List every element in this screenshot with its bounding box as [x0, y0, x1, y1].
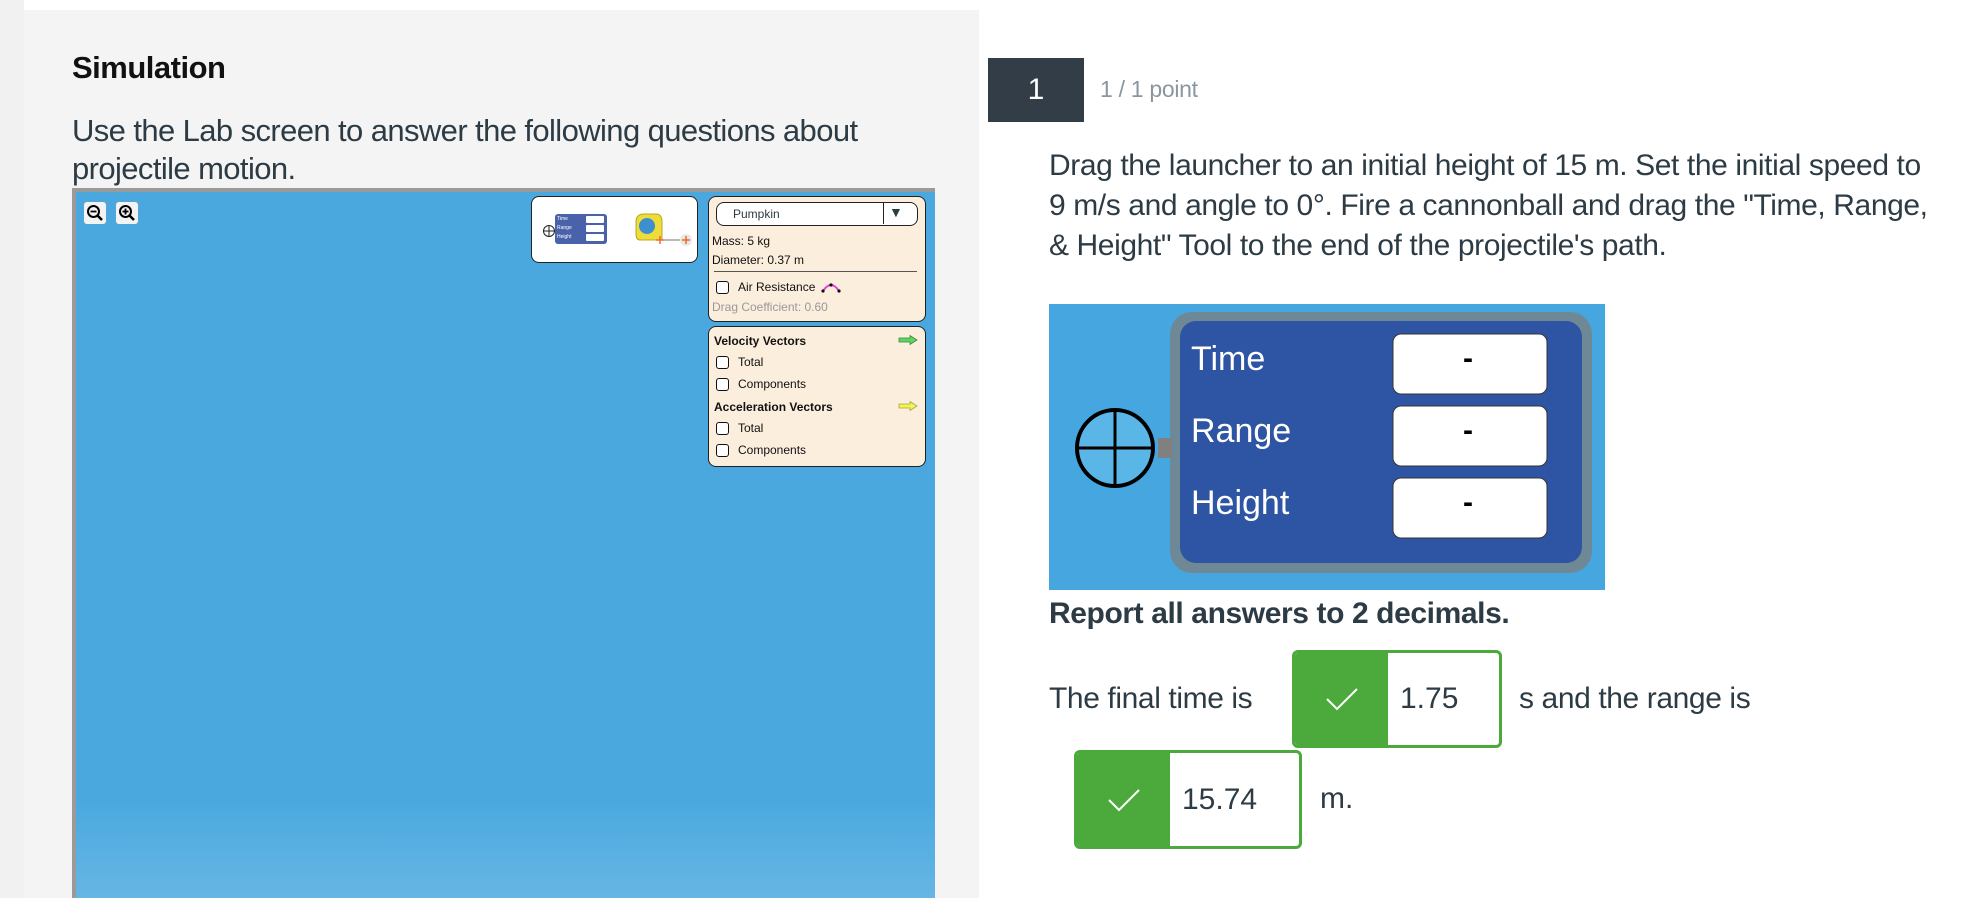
page-left-gutter — [0, 0, 24, 898]
time-range-height-tool-image: Time Range Height - - - — [1049, 304, 1605, 590]
velocity-arrow-icon — [898, 335, 918, 345]
answer-suffix-text: m. — [1320, 782, 1354, 815]
velocity-components-checkbox[interactable] — [716, 378, 729, 391]
time-range-height-tool-graphic — [1075, 312, 1592, 573]
answer-prefix-text: The final time is — [1049, 682, 1253, 715]
tool-range-label: Range — [1191, 412, 1292, 450]
panel-divider — [714, 271, 917, 272]
question-text: Drag the launcher to an initial height o… — [1049, 149, 1928, 262]
mini-tool-label: Height — [557, 234, 572, 240]
mini-tool-value — [586, 234, 604, 241]
time-range-height-tool[interactable]: Time Range Height — [555, 214, 607, 244]
zoom-out-button[interactable] — [84, 202, 106, 224]
checkmark-icon — [1325, 688, 1358, 711]
range-answer-value: 15.74 — [1182, 782, 1258, 816]
tool-range-value: - — [1463, 414, 1473, 447]
mini-tool-value — [586, 216, 604, 223]
tool-height-label: Height — [1191, 484, 1290, 522]
acceleration-components-label: Components — [738, 443, 807, 457]
velocity-total-label: Total — [738, 355, 764, 369]
time-answer-field[interactable]: 1.75 — [1292, 650, 1502, 748]
diameter-readout: Diameter: 0.37 m — [712, 253, 805, 267]
velocity-components-label: Components — [738, 377, 807, 391]
mini-tool-label: Range — [557, 225, 572, 231]
air-resistance-checkbox[interactable] — [716, 281, 729, 294]
answer-middle-text: s and the range is — [1519, 682, 1751, 715]
checkmark-icon — [1107, 788, 1140, 811]
zoom-out-icon — [87, 205, 103, 221]
dropdown-triangle-icon: ▼ — [889, 204, 903, 220]
projectile-select-value: Pumpkin — [733, 207, 780, 221]
acceleration-arrow-icon — [898, 401, 918, 411]
select-divider — [883, 203, 884, 224]
acceleration-vectors-heading: Acceleration Vectors — [714, 400, 833, 414]
velocity-total-checkbox[interactable] — [716, 356, 729, 369]
drag-coefficient-readout: Drag Coefficient: 0.60 — [712, 300, 828, 314]
correct-indicator — [1077, 753, 1170, 846]
tool-time-label: Time — [1191, 340, 1266, 378]
tape-measure-icon[interactable] — [632, 212, 692, 252]
question-points: 1 / 1 point — [1100, 76, 1198, 102]
simulation-heading: Simulation — [72, 50, 226, 85]
zoom-in-button[interactable] — [116, 202, 138, 224]
instruction-text: Report all answers to 2 decimals. — [1049, 597, 1510, 630]
air-resistance-arc-icon — [821, 283, 841, 293]
air-resistance-label: Air Resistance — [738, 280, 816, 294]
range-answer-field[interactable]: 15.74 — [1074, 750, 1302, 849]
zoom-in-icon — [119, 205, 135, 221]
question-number-badge: 1 — [988, 58, 1084, 122]
tool-time-value: - — [1463, 342, 1473, 375]
acceleration-components-checkbox[interactable] — [716, 444, 729, 457]
crosshair-icon[interactable] — [542, 224, 556, 238]
mini-tool-label: Time — [557, 216, 568, 222]
correct-indicator — [1295, 653, 1388, 745]
acceleration-total-label: Total — [738, 421, 764, 435]
tool-height-value: - — [1463, 486, 1473, 519]
mass-readout: Mass: 5 kg — [712, 234, 771, 248]
mini-tool-value — [586, 225, 604, 232]
velocity-vectors-heading: Velocity Vectors — [714, 334, 807, 348]
time-answer-value: 1.75 — [1400, 682, 1459, 715]
projectile-type-select[interactable]: Pumpkin ▼ — [716, 202, 918, 226]
simulation-description: Use the Lab screen to answer the followi… — [72, 113, 858, 186]
acceleration-total-checkbox[interactable] — [716, 422, 729, 435]
